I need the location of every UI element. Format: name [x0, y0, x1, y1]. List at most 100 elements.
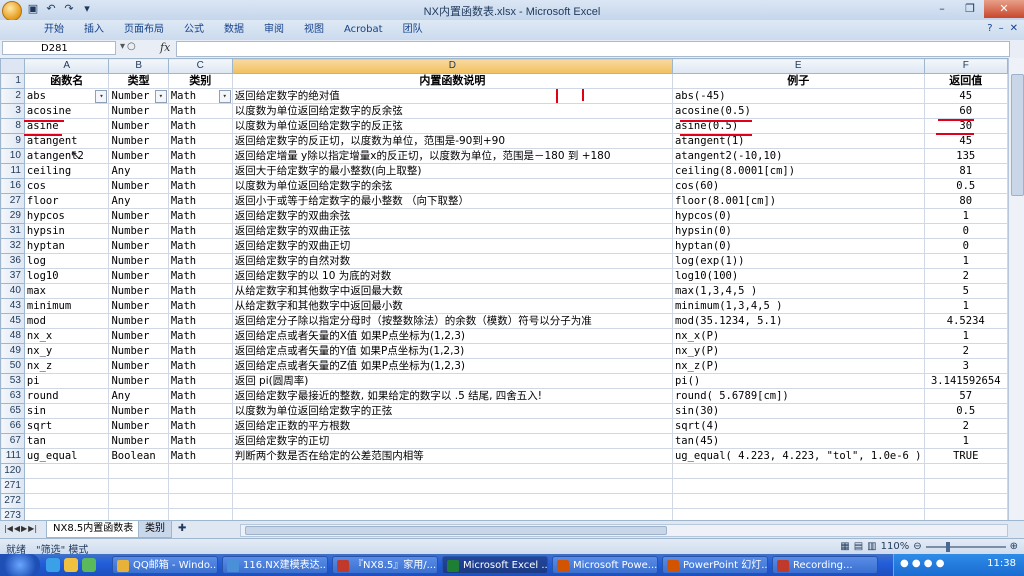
cell-example[interactable]: round( 5.6789[cm]) [671, 388, 925, 404]
taskbar-item[interactable]: QQ邮箱 - Windo... [112, 556, 218, 574]
cell-result[interactable]: 0.5 [923, 178, 1008, 194]
cell-result[interactable]: 1 [923, 208, 1008, 224]
formula-input[interactable] [176, 41, 1010, 57]
filter-dropdown-icon[interactable]: ▾ [95, 90, 108, 103]
vertical-scrollbar[interactable] [1008, 58, 1024, 520]
cell-type[interactable]: Number [108, 418, 169, 434]
view-layout-icon[interactable]: ▤ [854, 541, 863, 552]
row-number[interactable]: 9 [0, 133, 25, 149]
cell-example[interactable]: pi() [671, 373, 925, 389]
cell-example[interactable]: log10(100) [671, 268, 925, 284]
empty-cell[interactable] [108, 463, 169, 479]
last-sheet-icon[interactable]: ▶| [28, 524, 37, 533]
cell-type[interactable]: Number ▾ [108, 88, 169, 104]
cell-result[interactable]: 80 [923, 193, 1008, 209]
insert-sheet-icon[interactable]: ✚ [178, 523, 186, 534]
cell-example[interactable]: nx_z(P) [671, 358, 925, 374]
empty-cell[interactable] [923, 478, 1008, 494]
cell-type[interactable]: Number [108, 283, 169, 299]
cell-result[interactable]: 2 [923, 343, 1008, 359]
cell-category[interactable]: Math [167, 448, 233, 464]
row-number[interactable]: 2 [0, 88, 25, 104]
empty-cell[interactable] [167, 493, 233, 509]
cell-example[interactable]: minimum(1,3,4,5 ) [671, 298, 925, 314]
cell-result[interactable]: 2 [923, 268, 1008, 284]
cell-example[interactable]: tan(45) [671, 433, 925, 449]
ribbon-tab[interactable]: 插入 [74, 23, 114, 37]
cell-result[interactable]: 60 [923, 103, 1008, 119]
cell-category[interactable]: Math [167, 433, 233, 449]
cell-description[interactable]: 返回给定数字的绝对值 [231, 88, 673, 104]
cell-category[interactable]: Math [167, 298, 233, 314]
expand-icon[interactable]: ○ [127, 41, 136, 52]
cell-description[interactable]: 判断两个数是否在给定的公差范围内相等 [231, 448, 673, 464]
cell-type[interactable]: Number [108, 118, 169, 134]
empty-cell[interactable] [167, 463, 233, 479]
empty-cell[interactable] [23, 463, 110, 479]
cell-category[interactable]: Math [167, 238, 233, 254]
first-sheet-icon[interactable]: |◀ [4, 524, 13, 533]
cell-category[interactable]: Math [167, 253, 233, 269]
name-box[interactable]: D281 [2, 41, 116, 55]
cell-name[interactable]: mod [23, 313, 110, 329]
vertical-scroll-thumb[interactable] [1011, 74, 1024, 196]
zoom-slider[interactable] [925, 541, 1006, 552]
empty-cell[interactable] [923, 508, 1008, 520]
sheet-tab-active[interactable]: NX8.5内置函数表 [46, 521, 141, 538]
cell-result[interactable]: 4.5234 [923, 313, 1008, 329]
cell-category[interactable]: Math [167, 388, 233, 404]
cell-type[interactable]: Number [108, 433, 169, 449]
taskbar-item[interactable]: PowerPoint 幻灯... [662, 556, 768, 574]
header-cell-example[interactable]: 例子 [671, 73, 925, 89]
cell-name[interactable]: ceiling [23, 163, 110, 179]
row-number[interactable]: 111 [0, 448, 25, 464]
empty-cell[interactable] [23, 493, 110, 509]
horizontal-scroll-thumb[interactable] [245, 526, 667, 535]
cell-example[interactable]: hypsin(0) [671, 223, 925, 239]
column-header-e[interactable]: E [671, 58, 925, 74]
cell-type[interactable]: Number [108, 133, 169, 149]
cell-type[interactable]: Number [108, 373, 169, 389]
cell-result[interactable]: 1 [923, 433, 1008, 449]
sheet-tab-category[interactable]: 类别 [138, 521, 172, 538]
cell-name[interactable]: ug_equal [23, 448, 110, 464]
empty-cell[interactable] [167, 478, 233, 494]
row-number[interactable]: 43 [0, 298, 25, 314]
close-icon[interactable]: ✕ [984, 0, 1024, 18]
row-number[interactable]: 37 [0, 268, 25, 284]
cell-example[interactable]: cos(60) [671, 178, 925, 194]
cell-result[interactable]: 2 [923, 418, 1008, 434]
zoom-level[interactable]: 110% [881, 541, 910, 552]
cell-example[interactable]: floor(8.001[cm]) [671, 193, 925, 209]
cell-name[interactable]: log10 [23, 268, 110, 284]
cell-name[interactable]: sin [23, 403, 110, 419]
cell-example[interactable]: acosine(0.5) [671, 103, 925, 119]
cell-example[interactable]: hyptan(0) [671, 238, 925, 254]
ribbon-tab[interactable]: Acrobat [334, 23, 393, 37]
cell-category[interactable]: Math [167, 283, 233, 299]
cell-name[interactable]: nx_x [23, 328, 110, 344]
row-number[interactable]: 49 [0, 343, 25, 359]
cell-type[interactable]: Number [108, 238, 169, 254]
cell-description[interactable]: 返回给定点或者矢量的Z值 如果P点坐标为(1,2,3) [231, 358, 673, 374]
row-number[interactable]: 3 [0, 103, 25, 119]
cell-category[interactable]: Math [167, 313, 233, 329]
cell-example[interactable]: abs(-45) [671, 88, 925, 104]
cell-category[interactable]: Math [167, 373, 233, 389]
cell-result[interactable]: 1 [923, 328, 1008, 344]
empty-cell[interactable] [231, 478, 673, 494]
cell-type[interactable]: Number [108, 253, 169, 269]
cell-name[interactable]: floor [23, 193, 110, 209]
cell-name[interactable]: round [23, 388, 110, 404]
cell-result[interactable]: 81 [923, 163, 1008, 179]
namebox-dropdown-icon[interactable]: ▾ [120, 41, 125, 52]
row-number[interactable]: 273 [0, 508, 25, 520]
empty-cell[interactable] [108, 508, 169, 520]
cell-name[interactable]: nx_z [23, 358, 110, 374]
cell-category[interactable]: Math [167, 328, 233, 344]
column-header-a[interactable]: A [23, 58, 110, 74]
cell-result[interactable]: 0 [923, 223, 1008, 239]
cell-category[interactable]: Math [167, 103, 233, 119]
insert-function-icon[interactable]: fx [160, 41, 170, 54]
header-cell-type[interactable]: 类型 [108, 73, 169, 89]
